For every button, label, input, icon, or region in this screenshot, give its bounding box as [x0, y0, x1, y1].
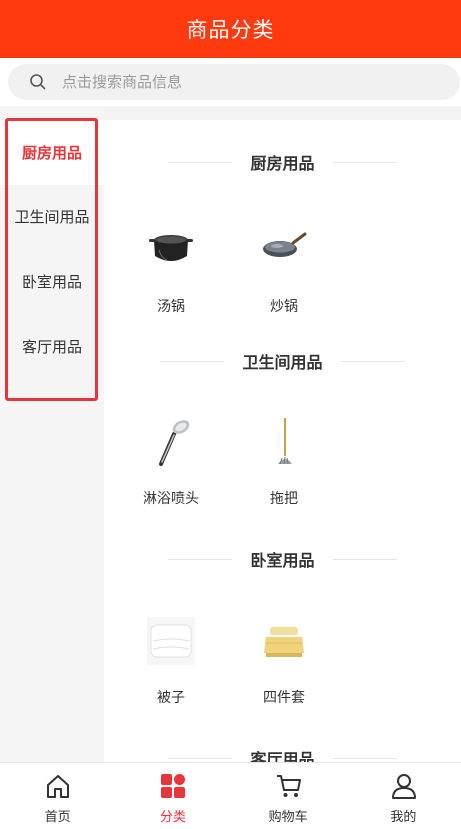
product-quilt[interactable]: 被子: [121, 617, 221, 727]
user-icon: [391, 773, 417, 799]
category-icon: [160, 773, 186, 799]
sidebar-highlight-box: [5, 118, 98, 401]
quilt-icon: [147, 617, 195, 665]
shower-head-icon: [147, 418, 195, 466]
home-icon: [45, 773, 71, 799]
bottom-tab-bar: 首页 分类 购物车 我的: [0, 762, 461, 829]
cart-icon: [276, 773, 302, 799]
tab-me[interactable]: 我的: [346, 763, 461, 829]
search-bar: [0, 58, 461, 106]
product-wok[interactable]: 炒锅: [234, 226, 334, 336]
section-title-kitchen: 厨房用品: [104, 150, 461, 174]
tab-home[interactable]: 首页: [0, 763, 115, 829]
product-soup-pot[interactable]: 汤锅: [121, 226, 221, 336]
bedding-set-icon: [260, 617, 308, 665]
category-sidebar: 厨房用品 卫生间用品 卧室用品 客厅用品: [0, 106, 104, 762]
section-title-living-room: 客厅用品: [104, 746, 461, 762]
tab-category[interactable]: 分类: [115, 763, 230, 829]
product-bedding-set[interactable]: 四件套: [234, 617, 334, 727]
wok-icon: [260, 226, 308, 274]
soup-pot-icon: [147, 226, 195, 274]
section-title-bathroom: 卫生间用品: [104, 349, 461, 373]
search-icon: [29, 73, 47, 91]
tab-cart[interactable]: 购物车: [231, 763, 346, 829]
top-header: 商品分类: [0, 0, 461, 58]
page-title: 商品分类: [186, 18, 275, 42]
category-content: 厨房用品 汤锅 炒锅 卫生间用品 淋浴喷头 拖把 卧室用品 被子 四件套 客厅用…: [104, 120, 461, 762]
product-shower-head[interactable]: 淋浴喷头: [121, 418, 221, 528]
section-title-bedroom: 卧室用品: [104, 547, 461, 571]
mop-icon: [260, 418, 308, 466]
product-mop[interactable]: 拖把: [234, 418, 334, 528]
search-input[interactable]: [62, 73, 402, 91]
search-box[interactable]: [8, 64, 460, 100]
